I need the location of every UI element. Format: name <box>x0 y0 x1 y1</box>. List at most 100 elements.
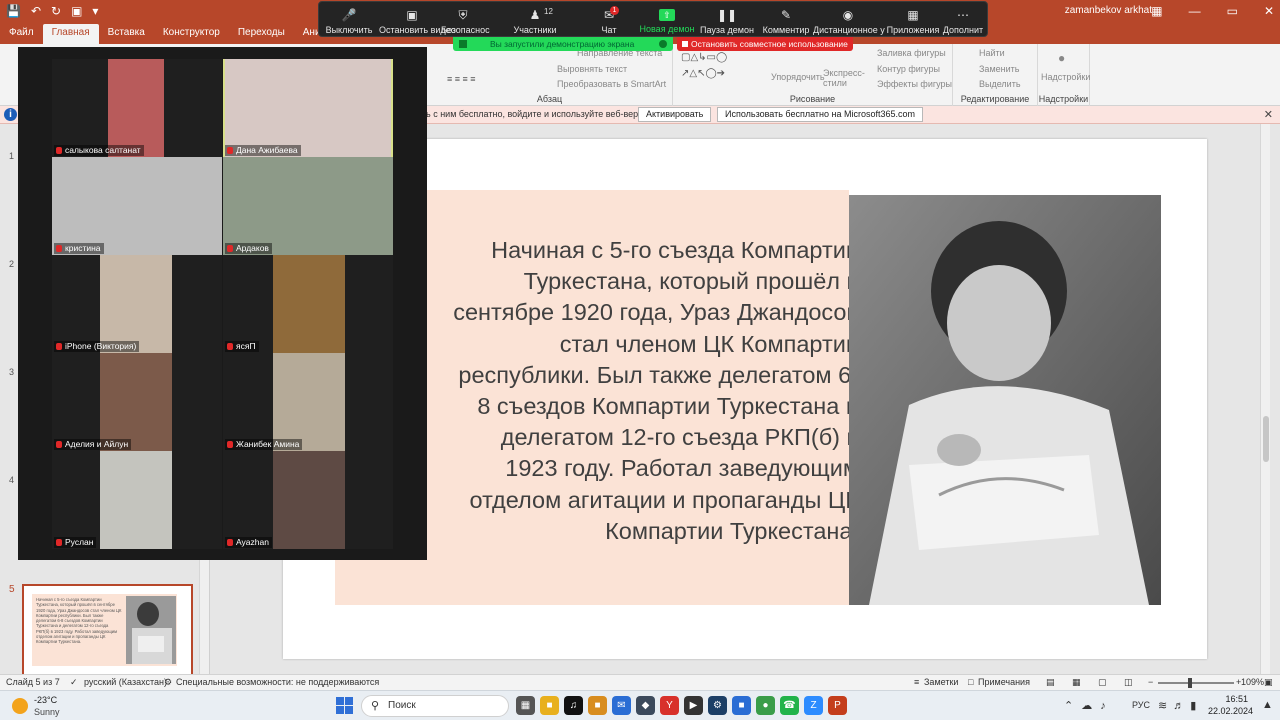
annotate-button[interactable]: ✎ Комментир <box>757 2 815 38</box>
addins-icon[interactable]: ● <box>1058 51 1065 65</box>
powerpoint-icon[interactable]: P <box>828 696 847 715</box>
whatsapp-icon[interactable]: ☎ <box>780 696 799 715</box>
network-volume-icons[interactable]: ≋♬▮ <box>1158 699 1202 712</box>
participant-tile[interactable]: кристина <box>52 157 222 255</box>
activate-button[interactable]: Активировать <box>638 107 712 122</box>
more-button[interactable]: ⋯ Дополнит <box>941 2 985 38</box>
zoom-app-icon[interactable]: Z <box>804 696 823 715</box>
comments-button[interactable]: Примечания <box>978 677 1030 687</box>
tiktok-icon[interactable]: ♫ <box>564 696 583 715</box>
task-view-icon[interactable]: ▦ <box>516 696 535 715</box>
minimize-icon[interactable]: — <box>1189 4 1201 18</box>
sun-icon[interactable] <box>12 698 28 714</box>
restore-icon[interactable]: ▭ <box>1227 4 1238 18</box>
slide-thumbnail-5[interactable]: Начиная с 5-го съезда Компартии Туркеста… <box>22 584 193 677</box>
slideshow-icon[interactable]: ◫ <box>1124 677 1133 688</box>
participant-tile[interactable]: ясяП <box>223 255 393 353</box>
system-tray-icons[interactable]: ⌃☁♪ <box>1064 699 1114 712</box>
weather-temperature[interactable]: -23°C <box>34 695 57 705</box>
replace-button[interactable]: Заменить <box>979 64 1019 74</box>
sharing-status[interactable]: Вы запустили демонстрацию экрана <box>453 37 673 51</box>
use-free-button[interactable]: Использовать бесплатно на Microsoft365.c… <box>717 107 924 122</box>
slide-sorter-icon[interactable]: ▦ <box>1072 677 1081 688</box>
participant-tile[interactable]: Ayazhan <box>223 451 393 549</box>
participants-button[interactable]: ♟ Участники <box>509 2 561 38</box>
participant-tile[interactable]: Аделия и Айлун <box>52 353 222 451</box>
weather-condition[interactable]: Sunny <box>34 707 60 717</box>
close-icon[interactable]: ✕ <box>1264 108 1273 121</box>
editor-scrollbar[interactable] <box>1260 124 1270 674</box>
mute-button[interactable]: 🎤 Выключить <box>323 2 375 38</box>
stop-share-button[interactable]: Остановить совместное использование <box>677 37 853 51</box>
media-icon[interactable]: ▶ <box>684 696 703 715</box>
quick-styles-button[interactable]: Экспресс-стили <box>823 68 865 88</box>
zoom-gallery-view[interactable]: салыкова салтанат Дана Ажибаева кристина… <box>18 47 427 560</box>
taskbar-search[interactable]: ⚲ Поиск <box>361 695 509 717</box>
stop-video-button[interactable]: ▣ Остановить видео <box>379 2 456 38</box>
convert-smartart-button[interactable]: Преобразовать в SmartArt <box>557 79 666 89</box>
close-icon[interactable]: ✕ <box>1264 4 1274 18</box>
tab-file[interactable]: Файл <box>0 24 43 44</box>
participant-tile[interactable]: Жанибек Амина <box>223 353 393 451</box>
align-text-button[interactable]: Выровнять текст <box>557 64 627 74</box>
clock-date[interactable]: 22.02.2024 <box>1208 706 1253 716</box>
new-share-button[interactable]: ⇧ Новая демон <box>639 2 695 38</box>
windows-start-icon[interactable] <box>336 697 353 714</box>
user-name[interactable]: zamanbekov arkhat <box>1065 5 1152 16</box>
clock-time[interactable]: 16:51 <box>1208 694 1248 704</box>
dropdown-icon[interactable]: ▾ <box>92 4 98 18</box>
shape-fill-button[interactable]: Заливка фигуры <box>877 48 946 58</box>
zoom-level[interactable]: 109% <box>1241 677 1264 687</box>
participant-tile[interactable]: салыкова салтанат <box>52 59 222 157</box>
addins-button[interactable]: Надстройки <box>1041 72 1090 82</box>
participant-tile-active[interactable]: Дана Ажибаева <box>223 59 393 157</box>
yandex-icon[interactable]: Y <box>660 696 679 715</box>
zoom-slider-knob[interactable] <box>1188 678 1192 688</box>
security-button[interactable]: ⛨ Безопаснос <box>441 2 490 38</box>
normal-view-icon[interactable]: ▤ <box>1046 677 1055 688</box>
tab-home[interactable]: Главная <box>42 24 99 44</box>
notification-bell-icon[interactable]: ▲ <box>1262 699 1273 711</box>
remote-control-button[interactable]: ◉ Дистанционное у <box>813 2 885 38</box>
tab-insert[interactable]: Вставка <box>99 24 154 44</box>
reading-view-icon[interactable]: ▢ <box>1098 677 1107 688</box>
file-explorer-icon[interactable]: ■ <box>540 696 559 715</box>
scrollbar-thumb[interactable] <box>1263 416 1269 462</box>
arrange-button[interactable]: Упорядочить <box>771 72 825 82</box>
spellcheck-icon[interactable]: ✓ <box>70 677 78 688</box>
apps-button[interactable]: ▦ Приложения <box>885 2 941 38</box>
input-language[interactable]: РУС <box>1132 700 1150 710</box>
chrome-icon[interactable]: ● <box>756 696 775 715</box>
participant-tile[interactable]: Ардаков <box>223 157 393 255</box>
mail-icon[interactable]: ✉ <box>612 696 631 715</box>
zoom-out-icon[interactable]: − <box>1148 677 1153 687</box>
drag-handle-icon[interactable] <box>459 40 467 48</box>
chat-button[interactable]: ✉ Чат <box>591 2 627 38</box>
align-icons[interactable]: ≡ ≡ ≡ ≡ <box>447 74 476 84</box>
folder-icon[interactable]: ■ <box>588 696 607 715</box>
shapes-gallery-icon-row2[interactable]: ↗△↖◯➔ <box>681 68 725 79</box>
shapes-gallery-icon[interactable]: ▢△↳▭◯ <box>681 52 727 63</box>
shape-effects-button[interactable]: Эффекты фигуры <box>877 79 952 89</box>
start-from-beginning-icon[interactable]: ▣ <box>71 4 82 18</box>
store-icon[interactable]: ■ <box>732 696 751 715</box>
notes-button[interactable]: Заметки <box>924 677 958 687</box>
shape-outline-button[interactable]: Контур фигуры <box>877 64 940 74</box>
app-icon[interactable]: ◆ <box>636 696 655 715</box>
tab-design[interactable]: Конструктор <box>154 24 229 44</box>
accessibility-status[interactable]: Специальные возможности: не поддерживают… <box>176 677 379 687</box>
select-button[interactable]: Выделить <box>979 79 1021 89</box>
pause-share-button[interactable]: ❚❚ Пауза демон <box>699 2 755 38</box>
participant-tile[interactable]: iPhone (Виктория) <box>52 255 222 353</box>
redo-icon[interactable]: ↻ <box>51 4 61 18</box>
language-status[interactable]: русский (Казахстан) <box>84 677 167 687</box>
undo-icon[interactable]: ↶ <box>31 4 41 18</box>
tab-transitions[interactable]: Переходы <box>229 24 294 44</box>
steam-icon[interactable]: ⚙ <box>708 696 727 715</box>
zoom-slider[interactable] <box>1158 682 1234 684</box>
participant-tile[interactable]: Руслан <box>52 451 222 549</box>
ribbon-display-icon[interactable]: ▦ <box>1151 4 1162 18</box>
fit-slide-icon[interactable]: ▣ <box>1264 677 1273 688</box>
save-icon[interactable]: 💾 <box>6 4 21 18</box>
find-button[interactable]: Найти <box>979 48 1005 58</box>
